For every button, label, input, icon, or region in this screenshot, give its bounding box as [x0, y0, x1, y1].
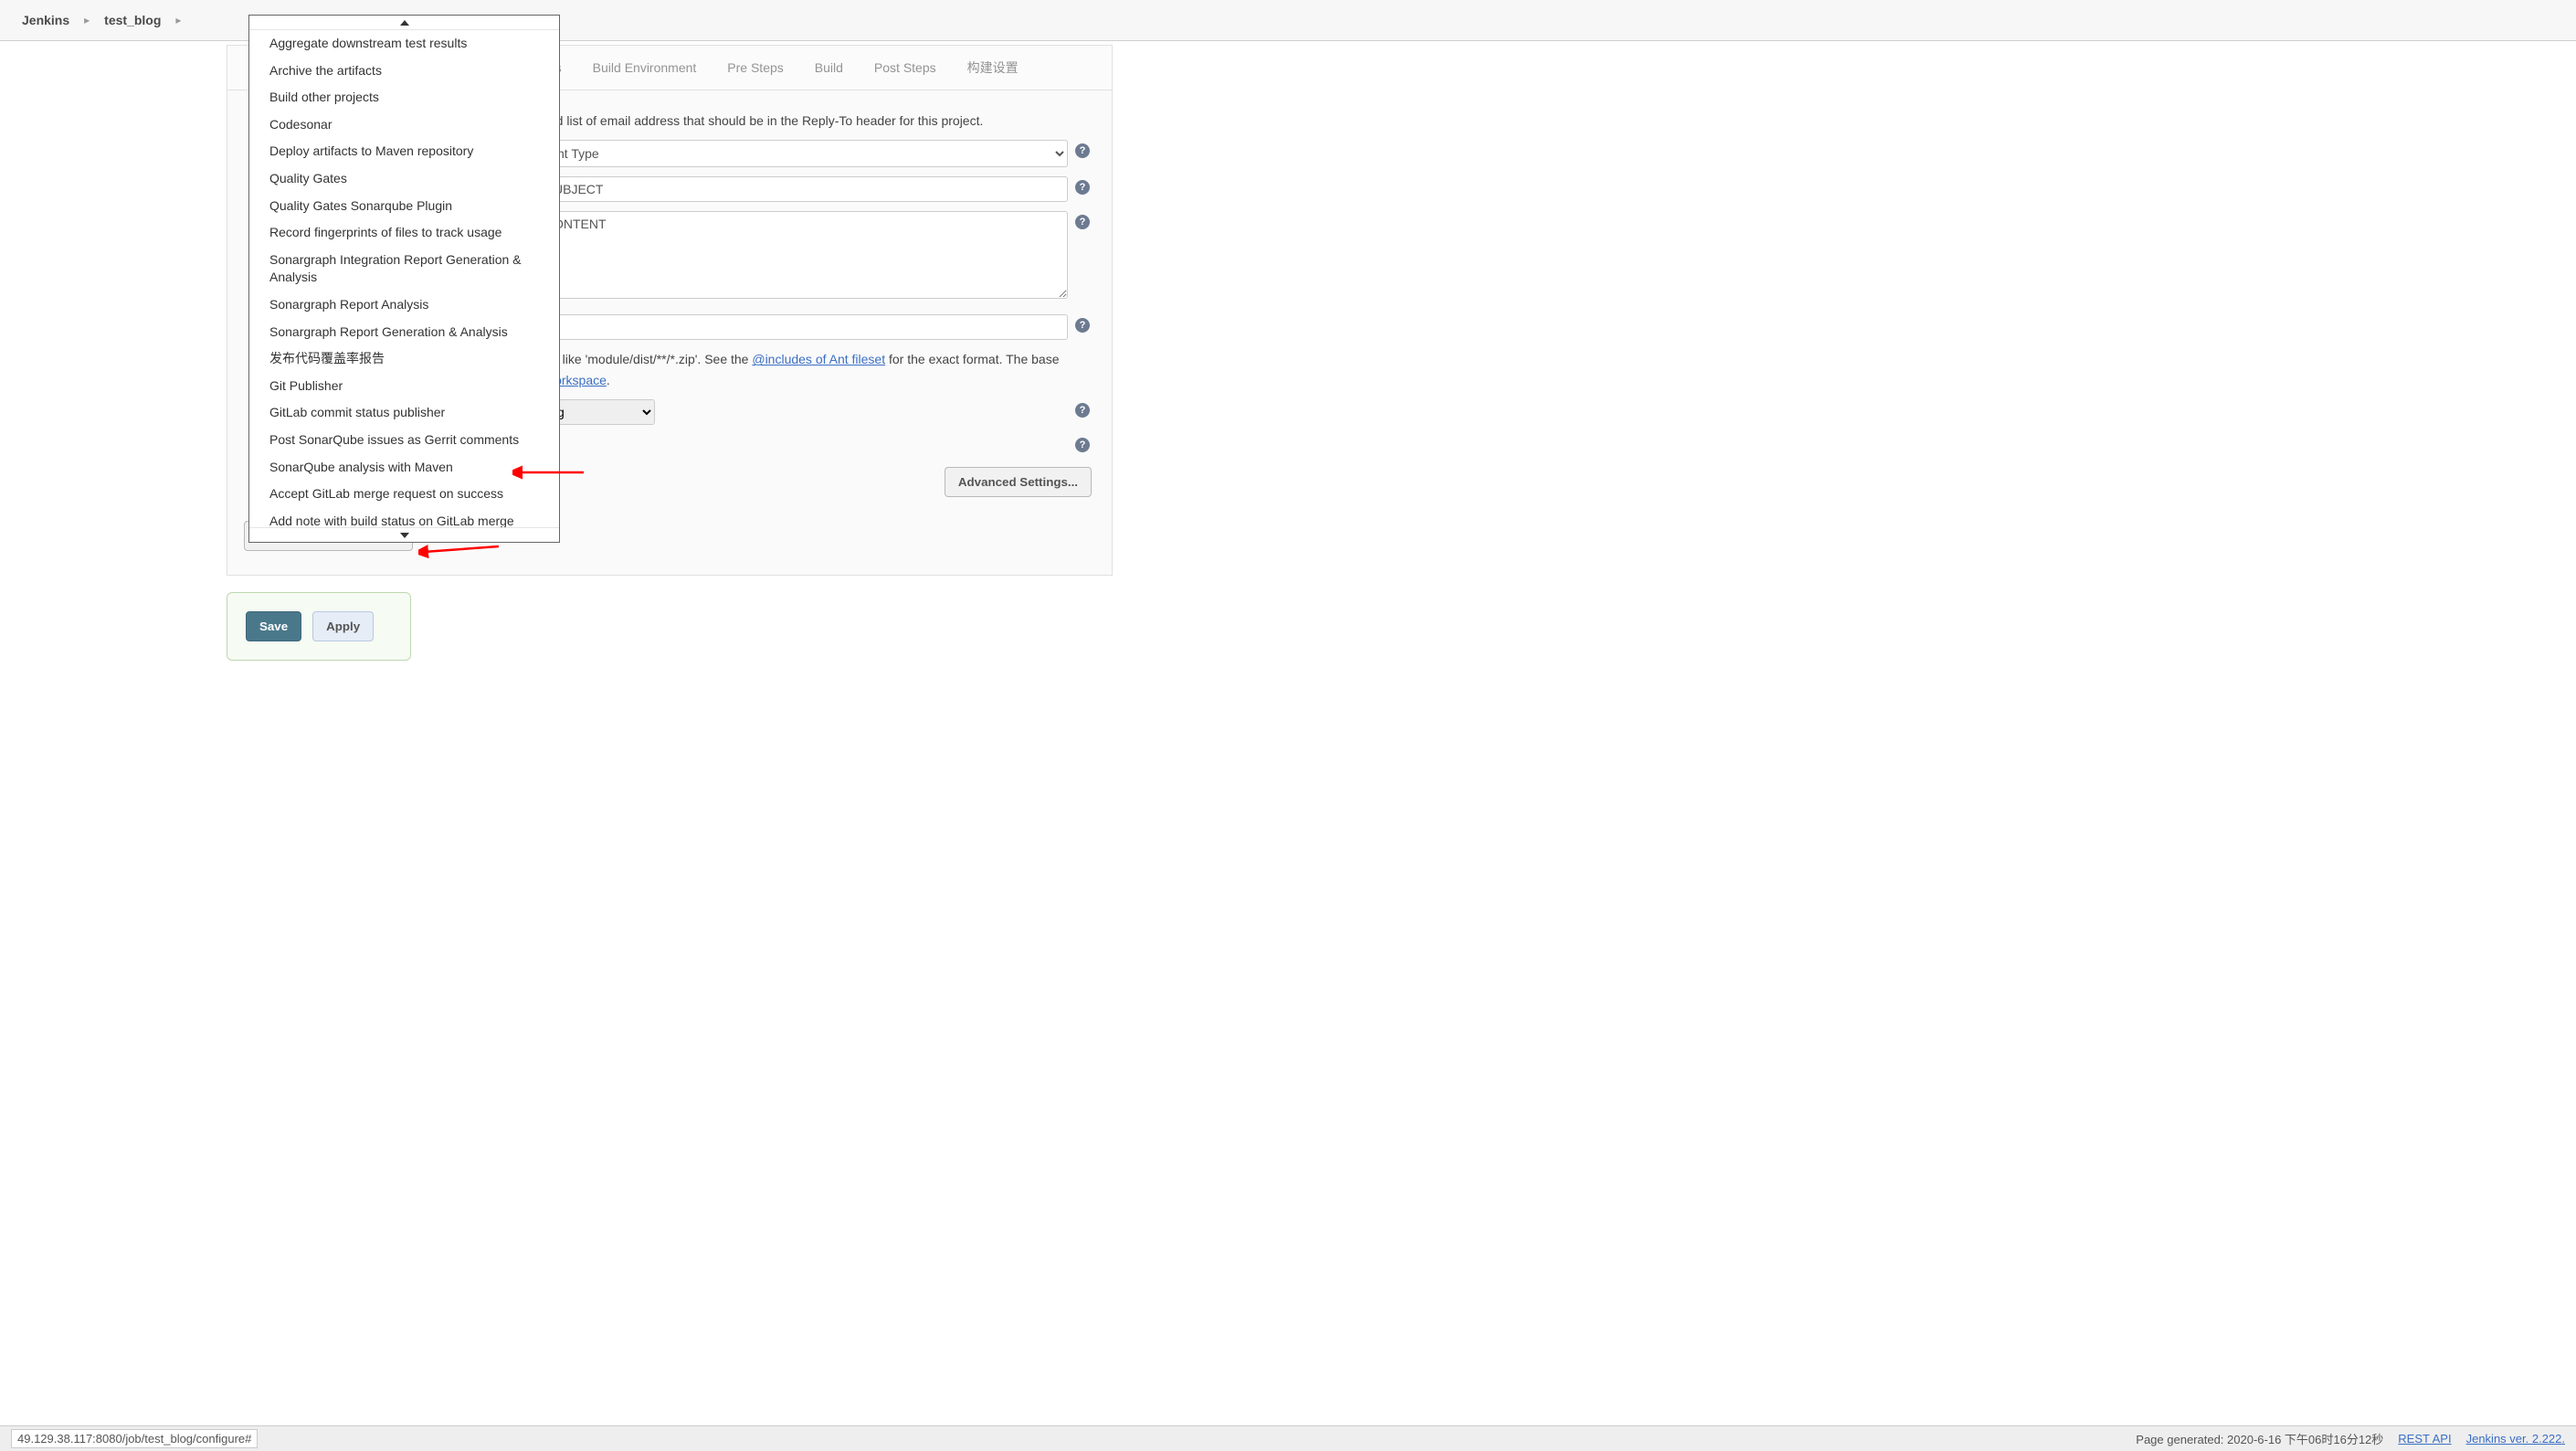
chevron-down-icon [400, 533, 409, 538]
dropdown-item[interactable]: Record fingerprints of files to track us… [249, 219, 559, 247]
status-url: 49.129.38.117:8080/job/test_blog/configu… [11, 1429, 258, 1448]
dropdown-item[interactable]: Quality Gates Sonarqube Plugin [249, 193, 559, 220]
content-textarea[interactable]: ONTENT [545, 211, 1068, 299]
dropdown-item[interactable]: 发布代码覆盖率报告 [249, 345, 559, 373]
tab-build-environment[interactable]: Build Environment [593, 60, 697, 75]
dropdown-item[interactable]: Aggregate downstream test results [249, 30, 559, 58]
dropdown-item[interactable]: Add note with build status on GitLab mer… [249, 508, 559, 527]
help-icon[interactable]: ? [1075, 403, 1090, 418]
dropdown-item[interactable]: GitLab commit status publisher [249, 399, 559, 427]
chevron-right-icon: ▸ [84, 14, 90, 26]
replyto-description: ted list of email address that should be… [545, 111, 1068, 131]
dropdown-item[interactable]: Post SonarQube issues as Gerrit comments [249, 427, 559, 454]
breadcrumb-job[interactable]: test_blog [99, 9, 166, 31]
small-select[interactable]: g [545, 399, 655, 425]
dropdown-item[interactable]: Accept GitLab merge request on success [249, 481, 559, 508]
dropdown-item[interactable]: Git Publisher [249, 373, 559, 400]
advanced-settings-button[interactable]: Advanced Settings... [945, 467, 1092, 497]
tab-build[interactable]: Build [815, 60, 843, 75]
help-icon[interactable]: ? [1075, 180, 1090, 195]
chevron-right-icon: ▸ [175, 14, 181, 26]
chevron-up-icon [400, 20, 409, 26]
ant-fileset-link[interactable]: @includes of Ant fileset [752, 352, 885, 366]
rest-api-link[interactable]: REST API [2398, 1432, 2451, 1446]
fileset-description: ds like 'module/dist/**/*.zip'. See the … [545, 349, 1068, 390]
help-icon[interactable]: ? [1075, 143, 1090, 158]
annotation-arrow [512, 463, 586, 482]
dropdown-item[interactable]: Build other projects [249, 84, 559, 111]
save-button[interactable]: Save [246, 611, 301, 641]
help-icon[interactable]: ? [1075, 318, 1090, 333]
jenkins-version-link[interactable]: Jenkins ver. 2.222. [2466, 1432, 2565, 1446]
content-type-select[interactable]: nt Type [545, 140, 1068, 167]
apply-button[interactable]: Apply [312, 611, 374, 641]
tab-cn[interactable]: 构建设置 [967, 58, 1019, 77]
dropdown-scroll-down[interactable] [249, 527, 559, 542]
tab-pre-steps[interactable]: Pre Steps [727, 60, 783, 75]
page-generated: Page generated: 2020-6-16 下午06时16分12秒 [2136, 1430, 2383, 1447]
dropdown-item[interactable]: Sonargraph Integration Report Generation… [249, 247, 559, 291]
help-icon[interactable]: ? [1075, 438, 1090, 452]
help-icon[interactable]: ? [1075, 215, 1090, 229]
save-bar: Save Apply [227, 592, 411, 661]
footer: 49.129.38.117:8080/job/test_blog/configu… [0, 1425, 2576, 1451]
breadcrumb-jenkins[interactable]: Jenkins [16, 9, 75, 31]
subject-input[interactable] [545, 176, 1068, 202]
dropdown-item[interactable]: Sonargraph Report Generation & Analysis [249, 319, 559, 346]
dropdown-scroll-up[interactable] [249, 16, 559, 30]
dropdown-item[interactable]: Codesonar [249, 111, 559, 139]
attachments-input[interactable] [545, 314, 1068, 340]
dropdown-item[interactable]: Archive the artifacts [249, 58, 559, 85]
dropdown-item[interactable]: Quality Gates [249, 165, 559, 193]
dropdown-item[interactable]: Deploy artifacts to Maven repository [249, 138, 559, 165]
tab-post-steps[interactable]: Post Steps [874, 60, 936, 75]
dropdown-item[interactable]: Sonargraph Report Analysis [249, 291, 559, 319]
annotation-arrow [418, 541, 501, 559]
